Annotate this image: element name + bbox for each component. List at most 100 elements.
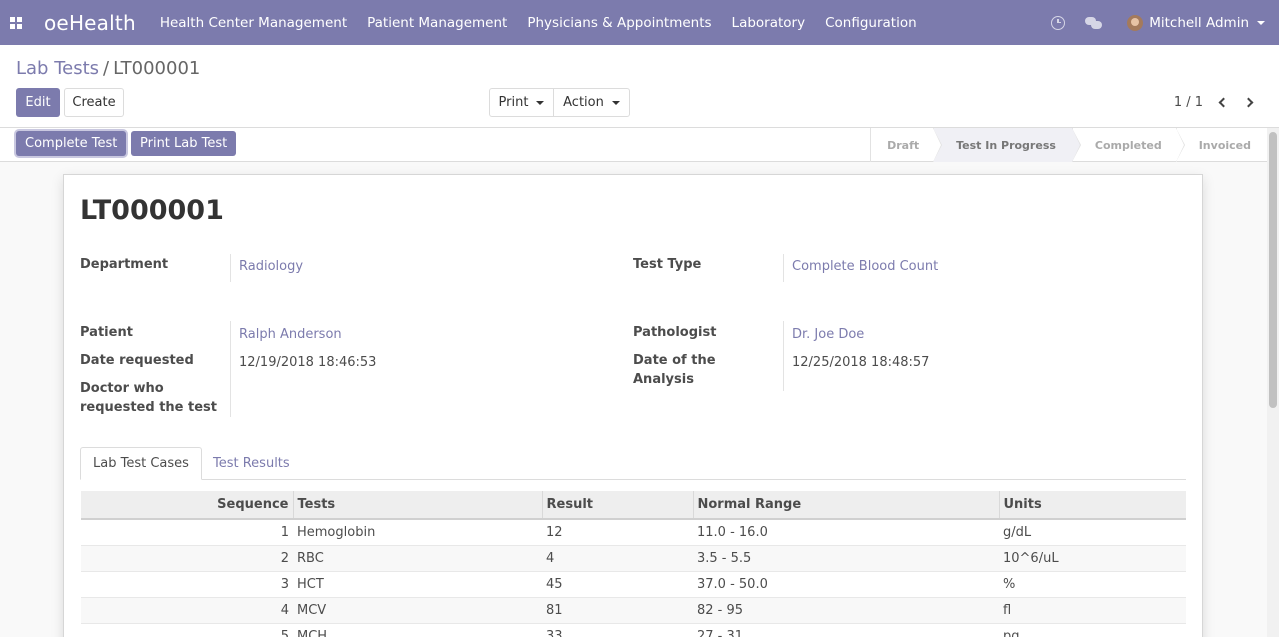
breadcrumb-separator: / <box>103 58 110 79</box>
status-stages: Draft Test In Progress Completed Invoice… <box>870 128 1267 162</box>
cell-result: 33 <box>542 622 693 637</box>
field-divider <box>783 254 784 282</box>
stage-invoiced: Invoiced <box>1175 128 1267 162</box>
patient-label: Patient <box>80 325 133 340</box>
breadcrumb: Lab Tests / LT000001 <box>16 58 200 79</box>
cell-result: 81 <box>542 596 693 623</box>
create-button[interactable]: Create <box>64 88 124 117</box>
stage-test-in-progress: Test In Progress <box>933 128 1081 162</box>
cell-result: 12 <box>542 518 693 545</box>
action-dropdown-button[interactable]: Action <box>553 88 630 117</box>
cell-normal-range: 11.0 - 16.0 <box>693 518 999 545</box>
stage-draft: Draft <box>870 128 943 162</box>
department-value[interactable]: Radiology <box>239 259 303 274</box>
cell-normal-range: 3.5 - 5.5 <box>693 544 999 571</box>
pager-previous-icon[interactable] <box>1217 96 1229 110</box>
table-row[interactable]: 1 Hemoglobin 12 11.0 - 16.0 g/dL <box>81 518 1186 545</box>
print-label: Print <box>498 95 529 110</box>
cell-units: g/dL <box>999 518 1186 545</box>
pager-value[interactable]: 1 / 1 <box>1174 95 1203 110</box>
print-dropdown-button[interactable]: Print <box>489 88 554 117</box>
cell-test: MCV <box>293 596 542 623</box>
cell-normal-range: 37.0 - 50.0 <box>693 570 999 597</box>
doctor-label-line1: Doctor who <box>80 381 164 396</box>
caret-down-icon <box>611 100 620 105</box>
date-requested-value: 12/19/2018 18:46:53 <box>239 355 377 370</box>
table-row[interactable]: 4 MCV 81 82 - 95 fl <box>81 596 1186 623</box>
lab-test-cases-table: Sequence Tests Result Normal Range Units… <box>81 491 1186 637</box>
column-header-normal-range[interactable]: Normal Range <box>692 491 999 520</box>
pathologist-value[interactable]: Dr. Joe Doe <box>792 327 864 342</box>
statusbar: Complete Test Print Lab Test Draft Test … <box>0 128 1267 162</box>
column-header-units[interactable]: Units <box>998 491 1186 520</box>
cell-sequence: 5 <box>81 622 293 637</box>
cell-normal-range: 27 - 31 <box>693 622 999 637</box>
user-menu-name[interactable]: Mitchell Admin <box>1149 15 1249 31</box>
cell-units: fl <box>999 596 1186 623</box>
cell-result: 4 <box>542 544 693 571</box>
menu-laboratory[interactable]: Laboratory <box>732 15 806 31</box>
cell-sequence: 2 <box>81 544 293 571</box>
tab-lab-test-cases[interactable]: Lab Test Cases <box>80 447 202 480</box>
department-label: Department <box>80 257 169 272</box>
date-analysis-label-line1: Date of the <box>633 353 716 368</box>
form-sheet: LT000001 Department Radiology Test Type … <box>63 174 1203 637</box>
test-type-label: Test Type <box>633 257 702 272</box>
cell-test: RBC <box>293 544 542 571</box>
menu-configuration[interactable]: Configuration <box>825 15 917 31</box>
user-avatar[interactable] <box>1127 14 1144 31</box>
complete-test-button[interactable]: Complete Test <box>16 131 127 156</box>
date-requested-label: Date requested <box>80 353 194 368</box>
record-title: LT000001 <box>80 195 224 226</box>
patient-value[interactable]: Ralph Anderson <box>239 327 342 342</box>
messaging-chat-icon[interactable] <box>1085 16 1103 30</box>
menu-patient-management[interactable]: Patient Management <box>367 15 507 31</box>
cell-units: pg <box>999 622 1186 637</box>
cell-normal-range: 82 - 95 <box>693 596 999 623</box>
stage-completed: Completed <box>1071 128 1185 162</box>
menu-health-center-management[interactable]: Health Center Management <box>160 15 347 31</box>
cell-test: HCT <box>293 570 542 597</box>
cell-result: 45 <box>542 570 693 597</box>
action-label: Action <box>563 95 604 110</box>
field-divider <box>783 321 784 391</box>
cell-test: Hemoglobin <box>293 518 542 545</box>
notebook-tabs: Lab Test Cases Test Results <box>80 447 1186 480</box>
table-header-row: Sequence Tests Result Normal Range Units <box>81 491 1186 520</box>
control-panel: Lab Tests / LT000001 Edit Create Print Act… <box>0 45 1279 128</box>
brand-name[interactable]: oeHealth <box>44 11 136 35</box>
pager-next-icon[interactable] <box>1243 96 1255 110</box>
print-lab-test-button[interactable]: Print Lab Test <box>131 131 237 156</box>
field-divider <box>230 254 231 282</box>
table-row[interactable]: 3 HCT 45 37.0 - 50.0 % <box>81 570 1186 597</box>
cell-sequence: 3 <box>81 570 293 597</box>
activity-clock-icon[interactable] <box>1051 15 1066 30</box>
date-analysis-label-line2: Analysis <box>633 372 694 387</box>
table-row[interactable]: 2 RBC 4 3.5 - 5.5 10^6/uL <box>81 544 1186 571</box>
column-header-tests[interactable]: Tests <box>292 491 542 520</box>
top-navbar: oeHealth Health Center Management Patien… <box>0 0 1279 45</box>
cell-sequence: 4 <box>81 596 293 623</box>
pathologist-label: Pathologist <box>633 325 717 340</box>
scrollbar-thumb[interactable] <box>1269 132 1277 408</box>
user-menu-caret-icon[interactable] <box>1257 20 1265 25</box>
tab-test-results[interactable]: Test Results <box>201 447 302 480</box>
caret-down-icon <box>536 100 545 105</box>
menu-physicians-appointments[interactable]: Physicians & Appointments <box>527 15 711 31</box>
breadcrumb-lab-tests[interactable]: Lab Tests <box>16 58 99 79</box>
cell-test: MCH <box>293 622 542 637</box>
edit-button[interactable]: Edit <box>16 88 60 117</box>
doctor-label-line2: requested the test <box>80 400 218 415</box>
field-divider <box>230 321 231 417</box>
page-scrollbar[interactable] <box>1267 128 1279 637</box>
cell-units: 10^6/uL <box>999 544 1186 571</box>
column-header-result[interactable]: Result <box>541 491 693 520</box>
test-type-value[interactable]: Complete Blood Count <box>792 259 938 274</box>
apps-menu-icon[interactable] <box>10 16 22 29</box>
breadcrumb-current: LT000001 <box>113 58 201 79</box>
table-row[interactable]: 5 MCH 33 27 - 31 pg <box>81 622 1186 637</box>
date-analysis-value: 12/25/2018 18:48:57 <box>792 355 930 370</box>
column-header-sequence[interactable]: Sequence <box>81 491 293 520</box>
cell-units: % <box>999 570 1186 597</box>
cell-sequence: 1 <box>81 518 293 545</box>
